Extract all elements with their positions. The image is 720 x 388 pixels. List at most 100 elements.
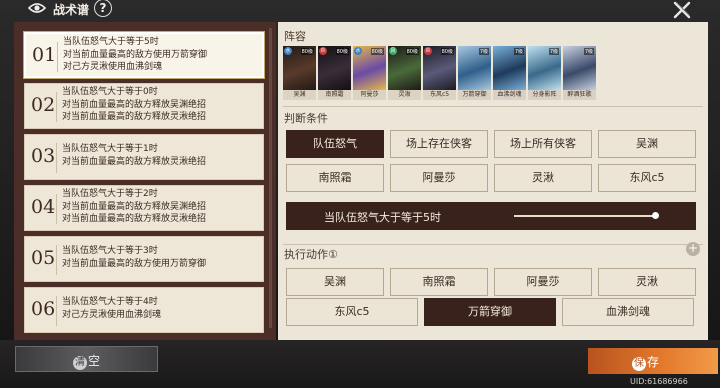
hero-name: 阿曼莎 xyxy=(353,90,386,100)
hero-name: 分身影阵 xyxy=(528,90,561,100)
strategy-number: 03 xyxy=(31,145,56,167)
condition-option[interactable]: 吴渊 xyxy=(598,130,696,158)
add-action-button[interactable]: + xyxy=(686,242,700,256)
strategy-line: 当队伍怒气大于等于5时 xyxy=(63,37,159,47)
strategy-line: 当队伍怒气大于等于4时 xyxy=(62,297,158,307)
rage-slider-track[interactable] xyxy=(514,215,656,217)
strategy-list[interactable]: 01 当队伍怒气大于等于5时 对当前血量最高的敌方使用万箭穿御 对己方灵湫使用血沸剑魂… xyxy=(14,22,276,340)
strategy-number: 06 xyxy=(31,298,56,320)
strategy-card[interactable]: 05 当队伍怒气大于等于3时 对当前血量最高的敌方使用万箭穿御 xyxy=(24,236,264,282)
condition-slider-bar[interactable]: 当队伍怒气大于等于5时 xyxy=(286,202,696,230)
strategy-number: 04 xyxy=(31,196,56,218)
hero-name: 吴渊 xyxy=(283,90,316,100)
skill-card[interactable]: 7级醉酒狂歌 xyxy=(563,46,596,100)
strategy-line: 当队伍怒气大于等于1时 xyxy=(62,144,158,154)
divider xyxy=(283,244,703,245)
card-divider xyxy=(56,194,57,224)
level-badge: 7级 xyxy=(548,48,559,55)
card-divider xyxy=(56,143,57,173)
strategy-number: 02 xyxy=(31,94,56,116)
level-badge: 80级 xyxy=(300,48,314,55)
element-badge: 炎 xyxy=(319,47,327,55)
actions-label-text: 执行动作 xyxy=(284,248,328,261)
condition-option[interactable]: 阿曼莎 xyxy=(390,164,488,192)
hero-portrait[interactable]: 炎 80级 东风c5 xyxy=(423,46,456,100)
strategy-line: 对当前血量最高的敌方释放灵湫绝招 xyxy=(62,112,207,122)
action-option[interactable]: 血沸剑魂 xyxy=(562,298,694,326)
rage-slider-knob[interactable] xyxy=(652,212,659,219)
level-badge: 80级 xyxy=(370,48,384,55)
condition-option[interactable]: 场上所有侠客 xyxy=(494,130,592,158)
strategy-card[interactable]: 02 当队伍怒气大于等于0时对当前血量最高的敌方释放吴渊绝招 对当前血量最高的敌方释… xyxy=(24,83,264,129)
clear-label: 空 xyxy=(88,354,101,368)
strategy-description: 当队伍怒气大于等于2时对当前血量最高的敌方释放吴渊绝招 对当前血量最高的敌方释放灵… xyxy=(62,188,206,226)
eye-icon[interactable] xyxy=(28,1,46,15)
level-badge: 80级 xyxy=(335,48,349,55)
clear-seal: 清 xyxy=(73,356,87,370)
save-seal: 保 xyxy=(632,357,646,371)
action-option[interactable]: 灵湫 xyxy=(598,268,696,296)
uid-label: UID:61686966 xyxy=(630,377,688,386)
strategy-line: 对当前血量最高的敌方使用万箭穿御 xyxy=(63,49,208,60)
action-option[interactable]: 南照霜 xyxy=(390,268,488,296)
element-badge: 炎 xyxy=(424,47,432,55)
strategy-description: 当队伍怒气大于等于0时对当前血量最高的敌方释放吴渊绝招 对当前血量最高的敌方释放灵… xyxy=(62,86,206,124)
strategy-card[interactable]: 04 当队伍怒气大于等于2时对当前血量最高的敌方释放吴渊绝招 对当前血量最高的敌方释… xyxy=(24,185,264,231)
strategy-description: 当队伍怒气大于等于3时对当前血量最高的敌方使用万箭穿御 xyxy=(62,245,206,270)
hero-name: 灵湫 xyxy=(388,90,421,100)
strategy-line: 对当前血量最高的敌方释放吴渊绝招 xyxy=(62,99,207,110)
strategy-line: 对己方灵湫使用血沸剑魂 xyxy=(63,62,163,72)
hero-portrait[interactable]: 炎 80级南照霜 xyxy=(318,46,351,100)
level-badge: 7级 xyxy=(478,48,489,55)
hero-name: 东风c5 xyxy=(423,90,456,100)
hero-portrait[interactable]: 水 80级吴渊 xyxy=(283,46,316,100)
condition-text: 当队伍怒气大于等于5时 xyxy=(324,211,441,224)
condition-option[interactable]: 南照霜 xyxy=(286,164,384,192)
condition-option[interactable]: 东风c5 xyxy=(598,164,696,192)
strategy-card[interactable]: 01 当队伍怒气大于等于5时 对当前血量最高的敌方使用万箭穿御 对己方灵湫使用血沸剑魂 xyxy=(24,32,264,78)
hero-portrait[interactable]: 水 80级阿曼莎 xyxy=(353,46,386,100)
level-badge: 80级 xyxy=(405,48,419,55)
save-label: 存 xyxy=(647,355,660,369)
strategy-line: 当队伍怒气大于等于2时 xyxy=(62,189,158,199)
strategy-line: 对己方灵湫使用血沸剑魂 xyxy=(62,309,162,320)
strategy-line: 对当前血量最高的敌方释放灵湫绝招 xyxy=(62,156,207,167)
strategy-card[interactable]: 06 当队伍怒气大于等于4时 对己方灵湫使用血沸剑魂 xyxy=(24,287,264,333)
strategy-line: 对当前血量最高的敌方释放吴渊绝招 xyxy=(62,201,207,212)
action-option[interactable]: 吴渊 xyxy=(286,268,384,296)
strategy-line: 对当前血量最高的敌方使用万箭穿御 xyxy=(62,258,207,269)
strategy-list-scrollbar[interactable] xyxy=(269,28,272,328)
level-badge: 7级 xyxy=(513,48,524,55)
clear-button[interactable]: 清空 xyxy=(15,346,158,372)
action-option[interactable]: 万箭穿御 xyxy=(424,298,556,326)
element-badge: 水 xyxy=(284,47,292,55)
element-badge: 风 xyxy=(389,47,397,55)
lineup-label: 阵容 xyxy=(284,30,306,43)
skill-card[interactable]: 7级 血沸剑魂 xyxy=(493,46,526,100)
action-option[interactable]: 阿曼莎 xyxy=(494,268,592,296)
card-divider xyxy=(56,245,57,275)
strategy-line: 对当前血量最高的敌方释放灵湫绝招 xyxy=(62,214,207,224)
actions-label: 执行动作① xyxy=(284,246,338,262)
hero-portrait[interactable]: 风 80级灵湫 xyxy=(388,46,421,100)
strategy-card[interactable]: 03 当队伍怒气大于等于1时对当前血量最高的敌方释放灵湫绝招 xyxy=(24,134,264,180)
skill-card[interactable]: 7级 万箭穿御 xyxy=(458,46,491,100)
hero-name: 醉酒狂歌 xyxy=(563,90,596,100)
element-badge: 水 xyxy=(354,47,362,55)
strategy-description: 当队伍怒气大于等于4时 对己方灵湫使用血沸剑魂 xyxy=(62,296,161,321)
action-option[interactable]: 东风c5 xyxy=(286,298,418,326)
condition-option[interactable]: 队伍怒气 xyxy=(286,130,384,158)
skill-card[interactable]: 7级分身影阵 xyxy=(528,46,561,100)
card-divider xyxy=(56,92,57,122)
save-button[interactable]: 保存 xyxy=(588,348,718,374)
strategy-editor: 阵容 水 80级 吴渊炎 80级 南照霜水 80级 阿曼莎风 80级 灵湫炎 80级 东风c5 7级万… xyxy=(278,22,708,340)
hero-name: 南照霜 xyxy=(318,90,351,100)
level-badge: 7级 xyxy=(583,48,594,55)
strategy-line: 当队伍怒气大于等于3时 xyxy=(62,246,158,256)
strategy-line: 当队伍怒气大于等于0时 xyxy=(62,87,158,97)
strategy-description: 当队伍怒气大于等于1时对当前血量最高的敌方释放灵湫绝招 xyxy=(62,143,206,168)
condition-option[interactable]: 场上存在侠客 xyxy=(390,130,488,158)
close-icon[interactable] xyxy=(672,0,692,20)
info-icon[interactable]: ① xyxy=(328,248,338,261)
condition-option[interactable]: 灵湫 xyxy=(494,164,592,192)
